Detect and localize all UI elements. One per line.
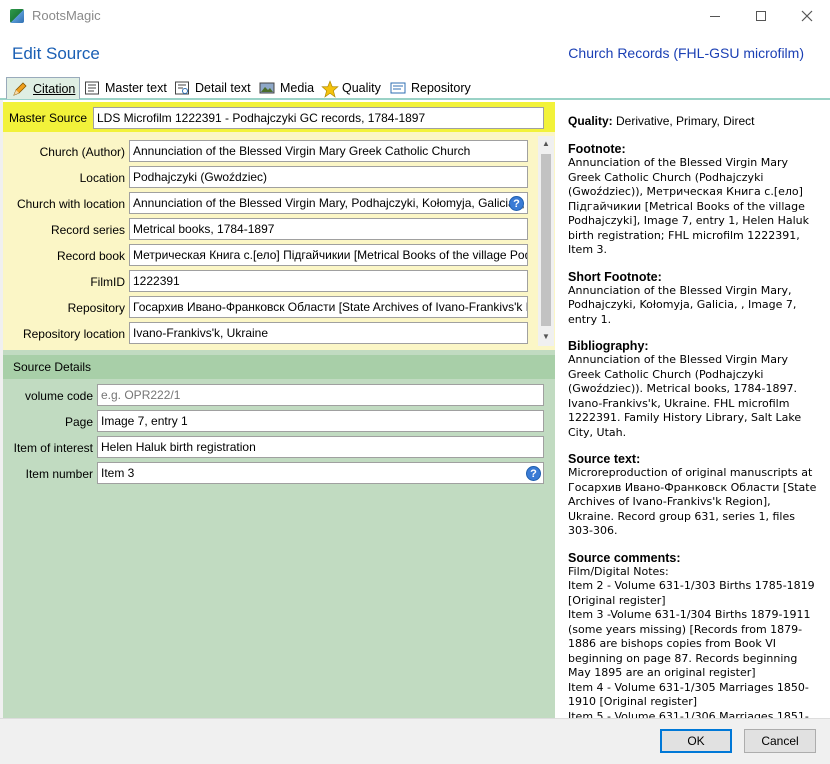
repository-location-field[interactable]: Ivano-Frankivs'k, Ukraine bbox=[129, 322, 528, 344]
maximize-button[interactable] bbox=[738, 0, 784, 32]
source-details-title: Source Details bbox=[13, 360, 92, 374]
source-text-text: Microreproduction of original manuscript… bbox=[568, 466, 820, 537]
item-number-field[interactable]: Item 3 bbox=[97, 462, 544, 484]
quality-value: Derivative, Primary, Direct bbox=[616, 114, 755, 128]
tab-label: Detail text bbox=[195, 81, 251, 95]
source-details-header: Source Details bbox=[3, 355, 555, 379]
document-icon bbox=[84, 80, 100, 96]
scroll-down-icon[interactable]: ▼ bbox=[542, 332, 550, 341]
help-icon[interactable]: ? bbox=[509, 196, 524, 211]
tab-label: Quality bbox=[342, 81, 381, 95]
record-series-field[interactable]: Metrical books, 1784-1897 bbox=[129, 218, 528, 240]
bibliography-heading: Bibliography: bbox=[568, 339, 649, 353]
media-icon bbox=[259, 80, 275, 96]
item-of-interest-field[interactable]: Helen Haluk birth registration bbox=[97, 436, 544, 458]
source-text-section: Source text: Microreproduction of origin… bbox=[568, 452, 820, 539]
close-icon bbox=[801, 10, 813, 22]
location-field[interactable]: Podhajczyki (Gwoździec) bbox=[129, 166, 528, 188]
volume-code-label: volume code bbox=[24, 389, 93, 403]
source-text-heading: Source text: bbox=[568, 452, 641, 466]
record-book-label: Record book bbox=[56, 249, 125, 263]
repository-location-label: Repository location bbox=[22, 327, 125, 341]
title-bar: RootsMagic bbox=[0, 0, 830, 32]
tab-citation[interactable]: Citation bbox=[6, 77, 80, 99]
help-icon[interactable]: ? bbox=[526, 466, 541, 481]
document-detail-icon bbox=[174, 80, 190, 96]
tab-label: Media bbox=[280, 81, 315, 95]
ok-button[interactable]: OK bbox=[660, 729, 732, 753]
short-footnote-heading: Short Footnote: bbox=[568, 269, 662, 284]
page-field[interactable]: Image 7, entry 1 bbox=[97, 410, 544, 432]
pencil-icon bbox=[12, 81, 28, 97]
scrollbar-thumb[interactable] bbox=[541, 154, 551, 326]
minimize-button[interactable] bbox=[692, 0, 738, 32]
master-fields-scrollbar[interactable]: ▲ ▼ bbox=[538, 136, 554, 346]
bibliography-section: Bibliography: Annunciation of the Blesse… bbox=[568, 339, 820, 440]
dialog-title: Edit Source bbox=[12, 44, 100, 63]
tab-label: Citation bbox=[33, 81, 76, 96]
short-footnote-section: Short Footnote: Annunciation of the Bles… bbox=[568, 270, 820, 328]
church-with-location-field[interactable]: Annunciation of the Blessed Virgin Mary,… bbox=[129, 192, 528, 214]
source-comments-text: Film/Digital Notes: Item 2 - Volume 631-… bbox=[568, 564, 815, 738]
short-footnote-text: Annunciation of the Blessed Virgin Mary,… bbox=[568, 283, 800, 326]
item-of-interest-label: Item of interest bbox=[13, 441, 93, 455]
quality-label: Quality: bbox=[568, 114, 613, 128]
tab-master-text[interactable]: Master text bbox=[84, 77, 167, 99]
record-series-label: Record series bbox=[50, 223, 125, 237]
item-number-label: Item number bbox=[25, 467, 93, 481]
maximize-icon bbox=[756, 11, 766, 21]
church-author-field[interactable]: Annunciation of the Blessed Virgin Mary … bbox=[129, 140, 528, 162]
master-source-label: Master Source bbox=[8, 111, 87, 125]
filmid-label: FilmID bbox=[90, 275, 125, 289]
master-source-field[interactable]: LDS Microfilm 1222391 - Podhajczyki GC r… bbox=[93, 107, 544, 129]
citation-preview-panel: Quality: Derivative, Primary, Direct Foo… bbox=[558, 102, 830, 737]
close-button[interactable] bbox=[784, 0, 830, 32]
location-label: Location bbox=[79, 171, 125, 185]
filmid-field[interactable]: 1222391 bbox=[129, 270, 528, 292]
source-comments-heading: Source comments: bbox=[568, 550, 681, 565]
repository-label: Repository bbox=[67, 301, 125, 315]
tab-bar: Citation Master text Detail text Media Q… bbox=[0, 76, 830, 100]
scroll-up-icon[interactable]: ▲ bbox=[542, 139, 550, 148]
quality-line: Quality: Derivative, Primary, Direct bbox=[568, 114, 820, 128]
footnote-heading: Footnote: bbox=[568, 142, 626, 156]
footnote-text: Annunciation of the Blessed Virgin Mary … bbox=[568, 156, 813, 256]
church-author-label: Church (Author) bbox=[39, 145, 125, 159]
page-label: Page bbox=[64, 415, 93, 429]
bibliography-text: Annunciation of the Blessed Virgin Mary … bbox=[568, 353, 805, 439]
tab-repository[interactable]: Repository bbox=[390, 77, 471, 99]
footnote-section: Footnote: Annunciation of the Blessed Vi… bbox=[568, 142, 820, 258]
tab-label: Master text bbox=[105, 81, 167, 95]
source-type-label: Church Records (FHL-GSU microfilm) bbox=[568, 45, 804, 61]
repository-icon bbox=[390, 80, 406, 96]
tab-media[interactable]: Media bbox=[259, 77, 314, 99]
volume-code-input[interactable] bbox=[97, 384, 544, 406]
cancel-button[interactable]: Cancel bbox=[744, 729, 816, 753]
button-bar: OK Cancel bbox=[0, 718, 830, 764]
source-comments-section: Source comments: Film/Digital Notes: Ite… bbox=[568, 551, 820, 739]
tab-detail-text[interactable]: Detail text bbox=[174, 77, 251, 99]
tab-label: Repository bbox=[411, 81, 471, 95]
app-title: RootsMagic bbox=[32, 8, 101, 23]
star-icon bbox=[321, 80, 339, 98]
rootsmagic-app-icon bbox=[10, 9, 24, 23]
church-with-location-label: Church with location bbox=[16, 197, 125, 211]
record-book-field[interactable]: Метрическая Книга с.[ело] Підгайчикии [M… bbox=[129, 244, 528, 266]
repository-field[interactable]: Госархив Ивано-Франковск Области [State … bbox=[129, 296, 528, 318]
minimize-icon bbox=[710, 15, 720, 17]
tab-quality[interactable]: Quality bbox=[321, 77, 381, 99]
